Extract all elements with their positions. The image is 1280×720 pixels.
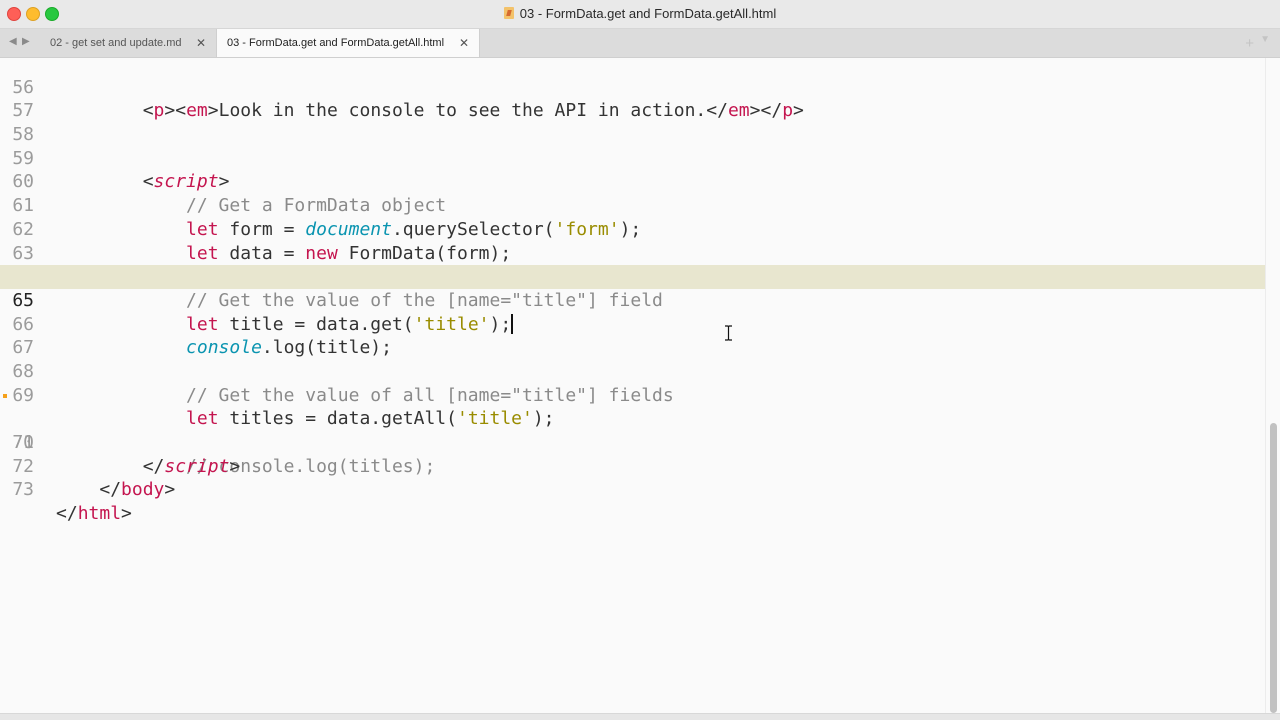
tab-forward-icon[interactable]: ▶ bbox=[22, 36, 30, 47]
current-code-line[interactable]: 65 let title = data.get('title'); bbox=[0, 265, 1266, 335]
code-line[interactable]: 72 </body> bbox=[0, 431, 1266, 501]
code-editor[interactable]: 56 <p><em>Look in the console to see the… bbox=[0, 58, 1266, 714]
html-file-icon bbox=[503, 7, 514, 19]
code-line[interactable]: 66 console.log(title); bbox=[0, 289, 1266, 359]
editor-window: 03 - FormData.get and FormData.getAll.ht… bbox=[0, 0, 1280, 720]
code-lines: 56 <p><em>Look in the console to see the… bbox=[0, 58, 1266, 524]
tab-bar: ◀ ▶ 02 - get set and update.md ✕ 03 - Fo… bbox=[0, 29, 1280, 58]
tab-menu-icon[interactable]: ▼ bbox=[1260, 34, 1270, 45]
status-bar bbox=[0, 713, 1280, 720]
tab-close-icon[interactable]: ✕ bbox=[459, 29, 469, 57]
line-number: 73 bbox=[12, 479, 34, 501]
code-line[interactable]: 63 bbox=[0, 218, 1266, 264]
code-line[interactable]: 59 <script> bbox=[0, 123, 1266, 193]
tab-label: 03 - FormData.get and FormData.getAll.ht… bbox=[227, 37, 445, 49]
code-line[interactable]: 73 </html> bbox=[0, 455, 1266, 524]
window-title: 03 - FormData.get and FormData.getAll.ht… bbox=[519, 6, 777, 21]
tab-formdata-get-getall[interactable]: 03 - FormData.get and FormData.getAll.ht… bbox=[217, 29, 480, 57]
tab-back-icon[interactable]: ◀ bbox=[9, 36, 17, 47]
code-line[interactable]: 69 let titles = data.getAll('title'); bbox=[0, 360, 1266, 430]
window-title-container: 03 - FormData.get and FormData.getAll.ht… bbox=[0, 6, 1280, 21]
code-line[interactable]: 68 // Get the value of all [name="title"… bbox=[0, 336, 1266, 406]
code-line[interactable]: 67 bbox=[0, 313, 1266, 358]
code-line[interactable]: 61 let form = document.querySelector('fo… bbox=[0, 170, 1266, 240]
code-line[interactable]: 60 // Get a FormData object bbox=[0, 147, 1266, 216]
code-line[interactable]: 57 bbox=[0, 76, 1266, 121]
text-cursor-icon bbox=[725, 325, 732, 341]
code-line[interactable]: 70 // console.log(titles); bbox=[0, 384, 1266, 477]
tab-label: 02 - get set and update.md bbox=[50, 37, 182, 49]
new-tab-icon[interactable]: + bbox=[1245, 35, 1254, 52]
code-line[interactable]: 58 bbox=[0, 99, 1266, 145]
code-line[interactable]: 64 // Get the value of the [name="title"… bbox=[0, 242, 1266, 311]
code-line[interactable]: 56 <p><em>Look in the console to see the… bbox=[0, 58, 1266, 122]
scrollbar-thumb[interactable] bbox=[1270, 423, 1277, 713]
tab-close-icon[interactable]: ✕ bbox=[196, 29, 206, 57]
tab-get-set-update[interactable]: 02 - get set and update.md ✕ bbox=[36, 29, 217, 57]
code-line[interactable]: 71 </script> bbox=[0, 407, 1266, 477]
line-code: </html> bbox=[56, 503, 132, 525]
code-line[interactable]: 62 let data = new FormData(form); bbox=[0, 194, 1266, 264]
vertical-scrollbar[interactable] bbox=[1265, 58, 1280, 714]
title-bar: 03 - FormData.get and FormData.getAll.ht… bbox=[0, 0, 1280, 29]
modified-line-marker bbox=[3, 393, 7, 398]
